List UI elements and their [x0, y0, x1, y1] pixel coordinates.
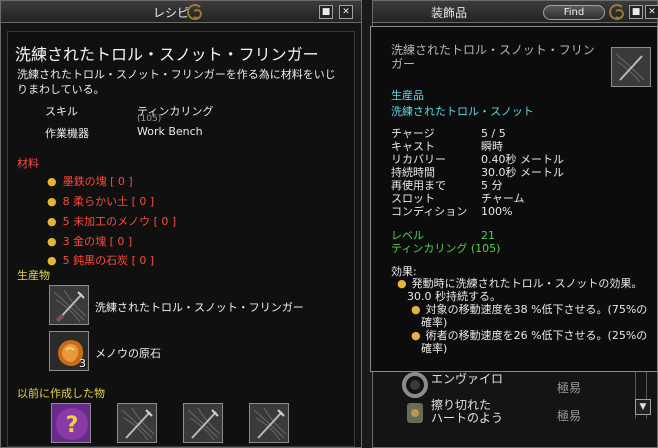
previous-item-slot[interactable]: ? — [51, 403, 91, 443]
list-item-grade: 極易 — [557, 409, 582, 423]
recipe-item-title: 洗練されたトロル・スノット・フリンガー — [15, 45, 319, 64]
ornament-icon — [187, 4, 203, 20]
stat-row: 再使用まで 5 分 — [391, 179, 503, 192]
gear-ring-icon — [402, 372, 428, 398]
minimize-button[interactable]: ■ — [629, 5, 643, 19]
list-item[interactable]: 擦り切れた ハートのよう 極易 — [387, 397, 637, 433]
previous-item-slot[interactable] — [249, 403, 289, 443]
previous-item-slot[interactable] — [117, 403, 157, 443]
sub-effect-line: ● 術者の移動速度を26 %低下させる。(25%の — [411, 329, 648, 342]
accessory-window-title: 装飾品 — [431, 6, 468, 20]
scroll-down-button[interactable]: ▼ — [635, 399, 651, 415]
sub-effect-line: ● 対象の移動速度を38 %低下させる。(75%の — [411, 303, 648, 316]
skill-level: (105) — [137, 114, 162, 124]
recipe-description: 洗練されたトロル・スノット・フリンガーを作る為に材料をいじりまわしている。 — [17, 68, 336, 96]
level-row: レベル 21 — [391, 229, 495, 242]
tooltip-item-name: 洗練されたトロル・スノット・フリンガー — [391, 43, 595, 71]
materials-header: 材料 — [17, 157, 39, 170]
item-tooltip: 洗練されたトロル・スノット・フリンガー 生産品 洗練されたトロル・スノット チャ… — [370, 26, 658, 372]
stat-row: スロット チャーム — [391, 192, 525, 205]
product-slot[interactable] — [49, 285, 89, 325]
snot-flinger-icon — [250, 404, 288, 442]
minimize-button[interactable]: ■ — [319, 5, 333, 19]
material-item[interactable]: ● 8 柔らかい土 [ 0 ] — [47, 193, 154, 209]
material-item[interactable]: ● 5 鈍黒の石炭 [ 0 ] — [47, 252, 154, 268]
accessory-titlebar[interactable]: 装飾品 Find ■ ✕ — [373, 1, 658, 23]
stat-row: チャージ 5 / 5 — [391, 127, 506, 140]
find-button[interactable]: Find — [543, 5, 605, 20]
unknown-recipe-icon: ? — [52, 404, 90, 442]
stat-row: 持続時間 30.0秒 メートル — [391, 166, 564, 179]
list-item-name: 擦り切れた ハートのよう — [431, 398, 504, 425]
question-mark: ? — [66, 413, 79, 438]
effect-line: ● 発動時に洗練されたトロル・スノットの効果。 — [397, 277, 643, 290]
effect-line: 30.0 秒持続する。 — [407, 290, 501, 303]
material-item[interactable]: ● 5 未加工のメノウ [ 0 ] — [47, 213, 176, 229]
level-value: 21 — [481, 229, 495, 242]
snot-flinger-icon — [50, 286, 88, 324]
skill-requirement: ティンカリング (105) — [391, 242, 501, 255]
skill-label: スキル — [45, 105, 78, 118]
previous-item-slot[interactable] — [183, 403, 223, 443]
tooltip-icon-frame — [611, 47, 651, 87]
sub-effect-line: 確率) — [421, 342, 448, 355]
tooltip-source: 洗練されたトロル・スノット — [391, 105, 534, 118]
snot-flinger-icon — [118, 404, 156, 442]
stat-row: コンディション 100% — [391, 205, 513, 218]
snot-flinger-icon — [184, 404, 222, 442]
device-value: Work Bench — [137, 125, 203, 138]
stat-row: リカバリー 0.40秒 メートル — [391, 153, 564, 166]
material-item[interactable]: ● 墨鉄の塊 [ 0 ] — [47, 173, 133, 189]
material-item[interactable]: ● 3 金の塊 [ 0 ] — [47, 233, 132, 249]
tooltip-category: 生産品 — [391, 89, 424, 102]
level-label: レベル — [391, 229, 424, 242]
recipe-window-title: レシピ — [153, 6, 190, 20]
list-item-grade: 極易 — [557, 381, 582, 395]
sub-effect-line: 確率) — [421, 316, 448, 329]
product-count: 3 — [79, 357, 86, 370]
recipe-titlebar[interactable]: レシピ ■ ✕ — [1, 1, 361, 23]
ornament-icon — [609, 4, 625, 20]
device-label: 作業機器 — [45, 127, 89, 140]
recipe-window: レシピ ■ ✕ 洗練されたトロル・スノット・フリンガー 洗練されたトロル・スノッ… — [0, 0, 362, 448]
list-item-name: エンヴァイロ — [431, 372, 504, 386]
product-label: メノウの原石 — [95, 347, 161, 360]
products-header: 生産物 — [17, 269, 50, 282]
product-label: 洗練されたトロル・スノット・フリンガー — [95, 301, 304, 314]
close-button[interactable]: ✕ — [645, 5, 658, 19]
device-row: 作業機器 Work Bench — [45, 125, 203, 141]
previous-header: 以前に作成した物 — [17, 387, 105, 400]
product-slot[interactable]: 3 — [49, 331, 89, 371]
close-button[interactable]: ✕ — [339, 5, 353, 19]
skill-row: スキル ティンカリング (105) — [45, 103, 213, 124]
stat-row: キャスト 瞬時 — [391, 140, 503, 153]
amulet-icon — [407, 403, 423, 423]
snot-flinger-icon — [612, 48, 650, 86]
